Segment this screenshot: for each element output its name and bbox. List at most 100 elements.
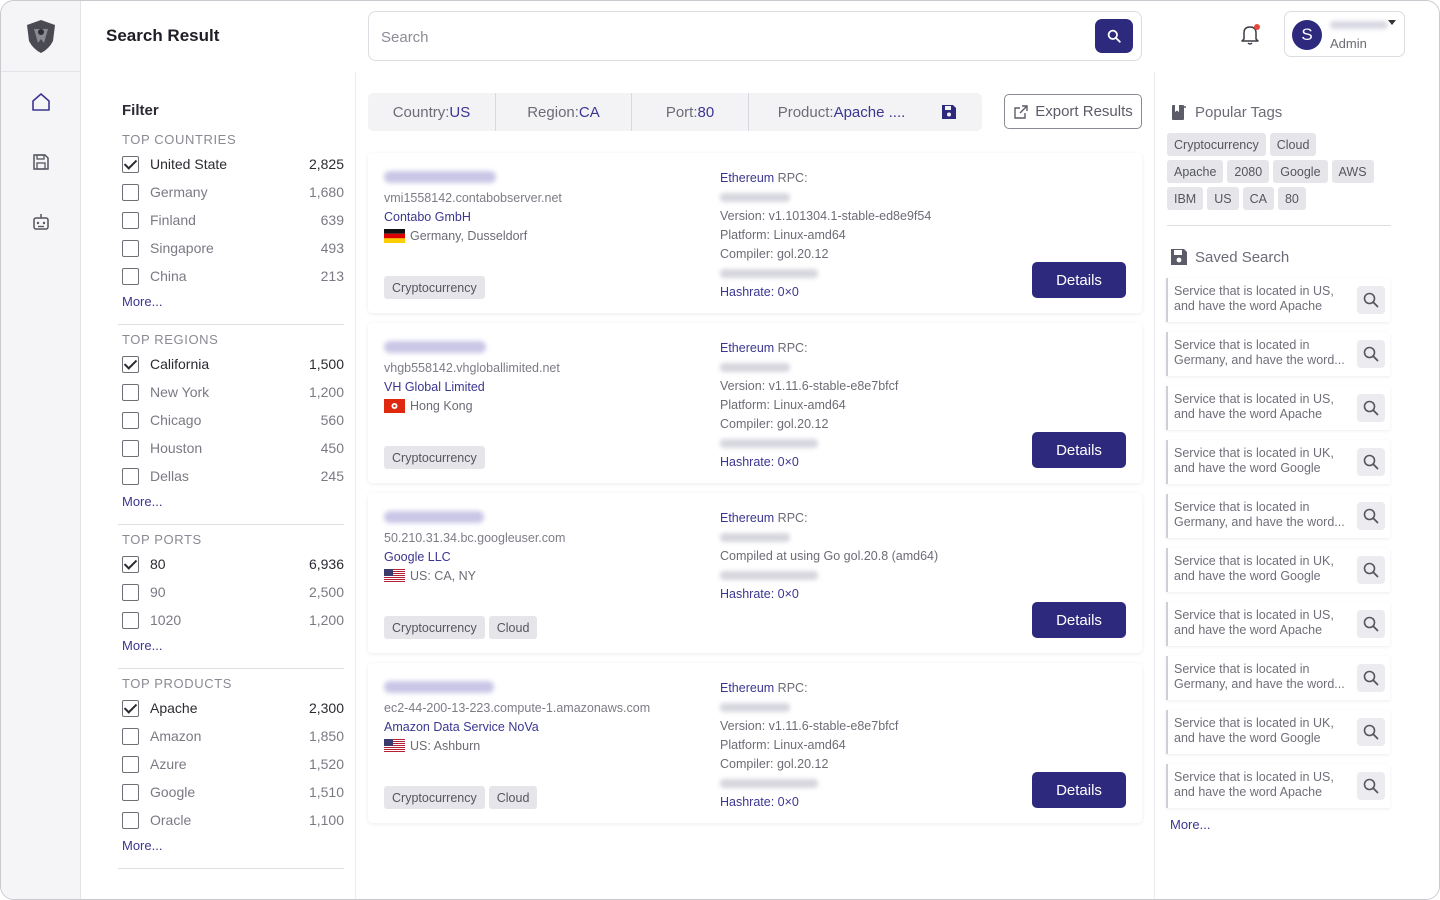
tag-chip[interactable]: Cryptocurrency <box>384 616 485 639</box>
notifications-button[interactable] <box>1239 23 1261 47</box>
tag-chip[interactable]: Cryptocurrency <box>384 786 485 809</box>
run-saved-search-button[interactable] <box>1357 340 1385 368</box>
filter-option[interactable]: Chicago 560 <box>122 406 344 434</box>
saved-search-item[interactable]: Service that is located in Germany, and … <box>1166 494 1390 538</box>
saved-search-item[interactable]: Service that is located in UK, and have … <box>1166 548 1390 592</box>
export-results-button[interactable]: Export Results <box>1004 94 1142 129</box>
search-button[interactable] <box>1095 19 1133 53</box>
details-button[interactable]: Details <box>1032 602 1126 638</box>
filter-option[interactable]: 80 6,936 <box>122 550 344 578</box>
result-organization-link[interactable]: Contabo GmbH <box>384 210 471 224</box>
details-button[interactable]: Details <box>1032 262 1126 298</box>
result-organization-link[interactable]: Google LLC <box>384 550 451 564</box>
run-saved-search-button[interactable] <box>1357 502 1385 530</box>
user-menu[interactable]: S Admin <box>1284 11 1405 57</box>
checkbox[interactable] <box>122 267 139 285</box>
filter-chip-country[interactable]: Country: US <box>368 93 496 131</box>
saved-search-more-link[interactable]: More... <box>1170 817 1210 832</box>
tag-chip[interactable]: Cryptocurrency <box>384 276 485 299</box>
run-saved-search-button[interactable] <box>1357 448 1385 476</box>
save-search-button[interactable] <box>934 93 964 131</box>
popular-tag[interactable]: AWS <box>1331 160 1374 183</box>
popular-tag[interactable]: Google <box>1273 160 1328 183</box>
filter-option[interactable]: Oracle 1,100 <box>122 806 344 834</box>
result-organization-link[interactable]: Amazon Data Service NoVa <box>384 720 539 734</box>
filter-option[interactable]: California 1,500 <box>122 350 344 378</box>
checkbox[interactable] <box>122 355 139 373</box>
filter-option[interactable]: Houston 450 <box>122 434 344 462</box>
checkbox[interactable] <box>122 611 139 629</box>
filter-chip-region[interactable]: Region: CA <box>496 93 632 131</box>
checkbox[interactable] <box>122 211 139 229</box>
run-saved-search-button[interactable] <box>1357 610 1385 638</box>
details-button[interactable]: Details <box>1032 772 1126 808</box>
popular-tag[interactable]: 2080 <box>1227 160 1270 183</box>
filter-more-link[interactable]: More... <box>122 494 162 512</box>
checkbox[interactable] <box>122 783 139 801</box>
popular-tag[interactable]: CA <box>1242 187 1274 210</box>
filter-option[interactable]: Germany 1,680 <box>122 178 344 206</box>
details-button[interactable]: Details <box>1032 432 1126 468</box>
popular-tag[interactable]: US <box>1207 187 1239 210</box>
checkbox[interactable] <box>122 183 139 201</box>
checkbox[interactable] <box>122 583 139 601</box>
saved-search-item[interactable]: Service that is located in Germany, and … <box>1166 332 1390 376</box>
run-saved-search-button[interactable] <box>1357 556 1385 584</box>
filter-option-label: New York <box>150 384 210 400</box>
tag-chip[interactable]: Cryptocurrency <box>384 446 485 469</box>
filter-option[interactable]: Apache 2,300 <box>122 694 344 722</box>
saved-search-item[interactable]: Service that is located in US, and have … <box>1166 386 1390 430</box>
filter-more-link[interactable]: More... <box>122 838 162 856</box>
saved-search-item[interactable]: Service that is located in US, and have … <box>1166 764 1390 808</box>
run-saved-search-button[interactable] <box>1357 718 1385 746</box>
popular-tag[interactable]: Apache <box>1167 160 1224 183</box>
checkbox[interactable] <box>122 555 139 573</box>
filter-option[interactable]: Amazon 1,850 <box>122 722 344 750</box>
checkbox[interactable] <box>122 727 139 745</box>
run-saved-search-button[interactable] <box>1357 664 1385 692</box>
nav-home-button[interactable] <box>25 86 57 118</box>
popular-tag[interactable]: 80 <box>1277 187 1306 210</box>
result-organization-link[interactable]: VH Global Limited <box>384 380 485 394</box>
run-saved-search-button[interactable] <box>1357 286 1385 314</box>
checkbox[interactable] <box>122 699 139 717</box>
run-saved-search-button[interactable] <box>1357 772 1385 800</box>
filter-option[interactable]: 90 2,500 <box>122 578 344 606</box>
checkbox[interactable] <box>122 811 139 829</box>
popular-tag[interactable]: IBM <box>1167 187 1204 210</box>
checkbox[interactable] <box>122 383 139 401</box>
filter-option[interactable]: Finland 639 <box>122 206 344 234</box>
filter-option[interactable]: United State 2,825 <box>122 150 344 178</box>
filter-option[interactable]: New York 1,200 <box>122 378 344 406</box>
checkbox[interactable] <box>122 755 139 773</box>
filter-chip-product[interactable]: Product: Apache .... <box>749 93 934 131</box>
checkbox[interactable] <box>122 467 139 485</box>
popular-tag[interactable]: Cloud <box>1269 133 1317 156</box>
filter-option[interactable]: Singapore 493 <box>122 234 344 262</box>
run-saved-search-button[interactable] <box>1357 394 1385 422</box>
filter-more-link[interactable]: More... <box>122 294 162 312</box>
search-input[interactable] <box>381 26 1081 48</box>
saved-search-item[interactable]: Service that is located in US, and have … <box>1166 278 1390 322</box>
app-logo[interactable] <box>1 1 81 72</box>
saved-search-item[interactable]: Service that is located in US, and have … <box>1166 602 1390 646</box>
filter-option[interactable]: Dellas 245 <box>122 462 344 490</box>
nav-bot-button[interactable] <box>25 206 57 238</box>
checkbox[interactable] <box>122 411 139 429</box>
checkbox[interactable] <box>122 439 139 457</box>
saved-search-item[interactable]: Service that is located in Germany, and … <box>1166 656 1390 700</box>
filter-more-link[interactable]: More... <box>122 638 162 656</box>
tag-chip[interactable]: Cloud <box>488 786 538 809</box>
filter-option[interactable]: Azure 1,520 <box>122 750 344 778</box>
checkbox[interactable] <box>122 155 139 173</box>
nav-saved-button[interactable] <box>25 146 57 178</box>
filter-option[interactable]: 1020 1,200 <box>122 606 344 634</box>
filter-option[interactable]: China 213 <box>122 262 344 290</box>
filter-chip-port[interactable]: Port: 80 <box>632 93 749 131</box>
tag-chip[interactable]: Cloud <box>488 616 538 639</box>
saved-search-item[interactable]: Service that is located in UK, and have … <box>1166 710 1390 754</box>
saved-search-item[interactable]: Service that is located in UK, and have … <box>1166 440 1390 484</box>
checkbox[interactable] <box>122 239 139 257</box>
filter-option[interactable]: Google 1,510 <box>122 778 344 806</box>
popular-tag[interactable]: Cryptocurrency <box>1167 133 1266 156</box>
